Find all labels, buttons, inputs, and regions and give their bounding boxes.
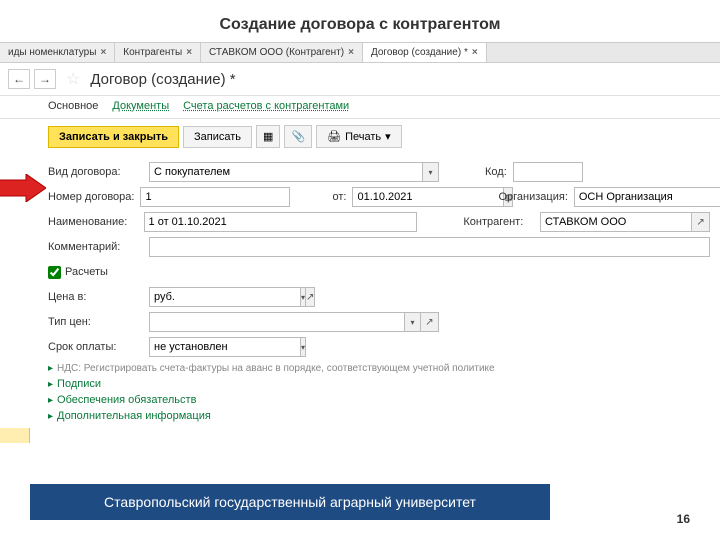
subnav-accounts[interactable]: Счета расчетов с контрагентами (183, 100, 349, 112)
close-icon[interactable]: × (186, 47, 192, 58)
price-type-input[interactable] (149, 312, 405, 332)
obligations-expander[interactable]: ▸ Обеспечения обязательств (48, 392, 710, 408)
code-input[interactable] (513, 162, 583, 182)
page-number: 16 (677, 512, 690, 526)
label-number: Номер договора: (48, 191, 134, 203)
additional-info-expander[interactable]: ▸ Дополнительная информация (48, 408, 710, 424)
price-type-select[interactable]: ▾ ↗ (149, 312, 439, 332)
chevron-right-icon: ▸ (48, 363, 53, 374)
pay-term-select[interactable]: ▾ (149, 337, 269, 357)
attach-button[interactable]: 📎 (284, 125, 312, 148)
tab-stavkom[interactable]: СТАВКОМ ООО (Контрагент) × (201, 43, 363, 62)
page-header: ← → ☆ Договор (создание) * (0, 63, 720, 96)
calcs-label: Расчеты (65, 266, 108, 278)
name-input[interactable] (144, 212, 418, 232)
date-from-field[interactable]: ▥ (352, 187, 452, 207)
label-code: Код: (485, 166, 507, 178)
back-button[interactable]: ← (8, 69, 30, 89)
exp-label: Обеспечения обязательств (57, 394, 196, 406)
open-picker-icon[interactable]: ↗ (306, 287, 315, 307)
calcs-checkbox[interactable]: Расчеты (48, 266, 108, 279)
save-button[interactable]: Записать (183, 126, 252, 148)
open-picker-icon[interactable]: ↗ (692, 212, 710, 232)
org-select[interactable]: ▾ �… (574, 187, 720, 207)
nds-expander[interactable]: ▸ НДС: Регистрировать счета-фактуры на ав… (48, 361, 710, 376)
tab-label: Договор (создание) * (371, 47, 468, 58)
favorite-icon[interactable]: ☆ (66, 69, 80, 89)
comment-input[interactable] (149, 237, 710, 257)
number-input[interactable] (140, 187, 290, 207)
open-picker-icon[interactable]: ↗ (421, 312, 439, 332)
close-icon[interactable]: × (348, 47, 354, 58)
tab-strip: иды номенклатуры × Контрагенты × СТАВКОМ О… (0, 43, 720, 63)
paperclip-icon: 📎 (291, 130, 305, 143)
nds-note: НДС: Регистрировать счета-фактуры на ава… (57, 363, 495, 374)
chevron-right-icon: ▸ (48, 395, 53, 406)
signatures-expander[interactable]: ▸ Подписи (48, 376, 710, 392)
date-from-input[interactable] (352, 187, 504, 207)
price-in-input[interactable] (149, 287, 301, 307)
label-from: от: (332, 191, 346, 203)
label-price-type: Тип цен: (48, 316, 143, 328)
label-contract-type: Вид договора: (48, 166, 143, 178)
action-bar: Записать и закрыть Записать ▦ 📎 🖨 Печать… (0, 119, 720, 154)
slide-title: Создание договора с контрагентом (0, 0, 720, 42)
chevron-down-icon: ▾ (385, 130, 391, 143)
subnav: Основное Документы Счета расчетов с конт… (0, 96, 720, 119)
footer-bar: Ставропольский государственный аграрный … (30, 484, 550, 520)
price-in-select[interactable]: ▾ ↗ (149, 287, 249, 307)
chevron-down-icon[interactable]: ▾ (423, 162, 439, 182)
chevron-down-icon[interactable]: ▾ (301, 337, 306, 357)
calcs-checkbox-input[interactable] (48, 266, 61, 279)
close-icon[interactable]: × (100, 47, 106, 58)
tab-label: иды номенклатуры (8, 47, 96, 58)
print-button[interactable]: 🖨 Печать ▾ (316, 125, 402, 148)
forward-button[interactable]: → (34, 69, 56, 89)
org-input[interactable] (574, 187, 720, 207)
arrow-callout (0, 174, 46, 202)
pay-term-input[interactable] (149, 337, 301, 357)
chevron-right-icon: ▸ (48, 411, 53, 422)
tab-counterparties[interactable]: Контрагенты × (115, 43, 201, 62)
exp-label: Дополнительная информация (57, 410, 211, 422)
tab-contract-create[interactable]: Договор (создание) * × (363, 43, 487, 62)
chevron-right-icon: ▸ (48, 379, 53, 390)
label-counterparty: Контрагент: (463, 216, 534, 228)
document-icon: ▦ (263, 130, 273, 143)
label-pay-term: Срок оплаты: (48, 341, 143, 353)
save-close-button[interactable]: Записать и закрыть (48, 126, 179, 148)
contract-type-input[interactable] (149, 162, 423, 182)
form: Вид договора: ▾ Код: Номер договора: от:… (0, 154, 720, 428)
subnav-main[interactable]: Основное (48, 100, 98, 112)
label-price-in: Цена в: (48, 291, 143, 303)
app-frame: иды номенклатуры × Контрагенты × СТАВКОМ О… (0, 42, 720, 428)
close-icon[interactable]: × (472, 47, 478, 58)
exp-label: Подписи (57, 378, 101, 390)
contract-type-select[interactable]: ▾ (149, 162, 439, 182)
page-title: Договор (создание) * (90, 71, 235, 88)
counterparty-select[interactable]: ↗ (540, 212, 710, 232)
counterparty-input[interactable] (540, 212, 692, 232)
label-org: Организация: (498, 191, 567, 203)
tab-label: Контрагенты (123, 47, 182, 58)
label-name: Наименование: (48, 216, 138, 228)
print-icon: 🖨 (327, 130, 341, 143)
print-label: Печать (345, 131, 381, 143)
subnav-docs[interactable]: Документы (112, 100, 169, 112)
report-button[interactable]: ▦ (256, 125, 280, 148)
chevron-down-icon[interactable]: ▾ (405, 312, 421, 332)
label-comment: Комментарий: (48, 241, 143, 253)
tab-nomenclature[interactable]: иды номенклатуры × (0, 43, 115, 62)
tab-label: СТАВКОМ ООО (Контрагент) (209, 47, 344, 58)
